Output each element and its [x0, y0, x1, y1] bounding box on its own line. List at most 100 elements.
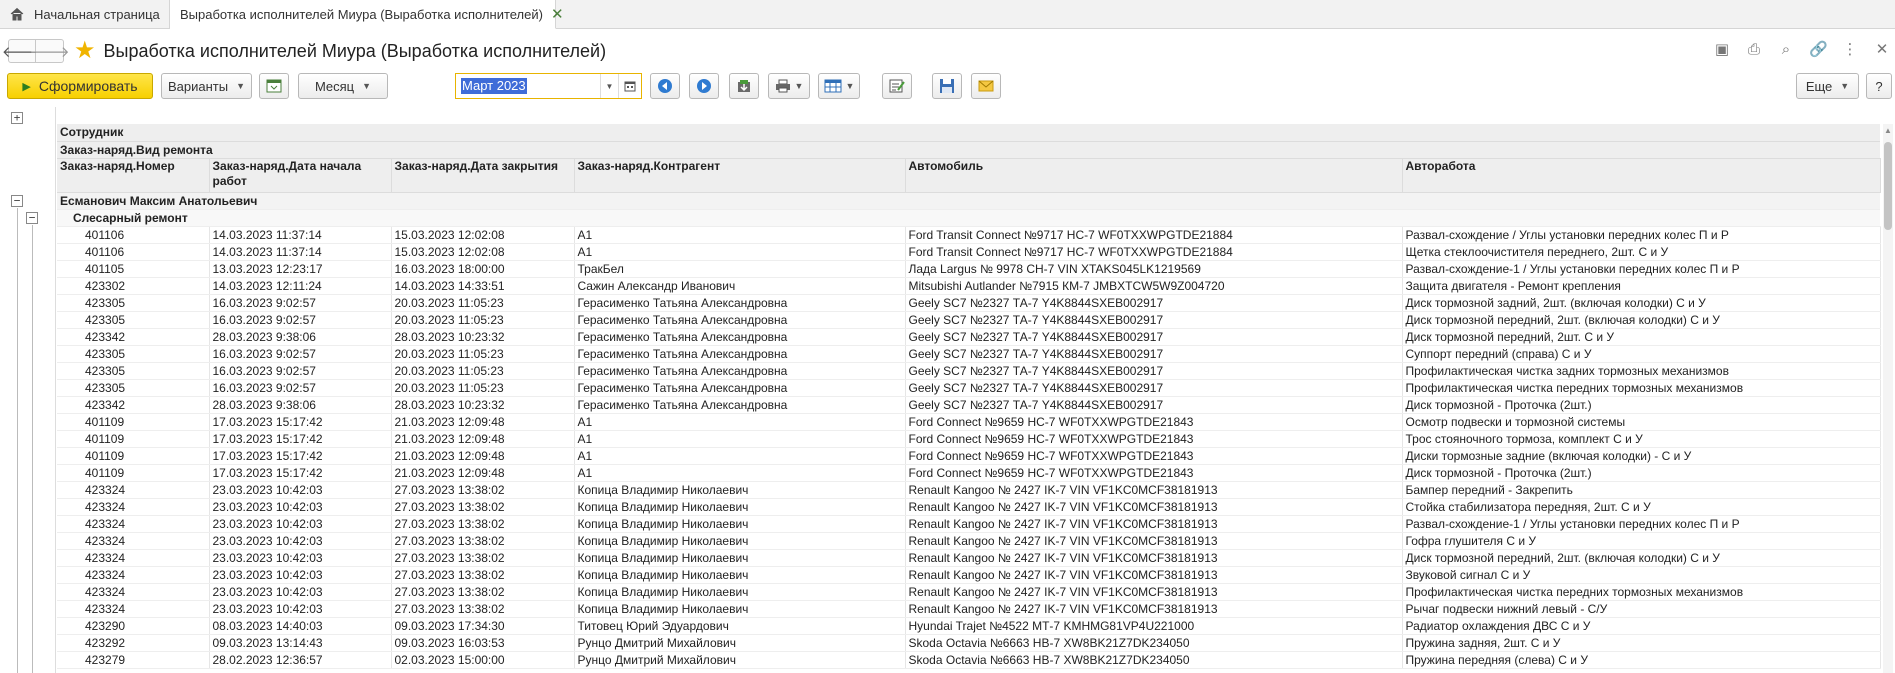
cell-start-date[interactable]: 23.03.2023 10:42:03: [209, 532, 392, 550]
previous-period-button[interactable]: [650, 73, 680, 99]
cell-work[interactable]: Развал-схождение-1 / Углы установки пере…: [1402, 260, 1881, 278]
cell-order-number[interactable]: 423324: [57, 566, 210, 584]
close-icon[interactable]: ✕: [551, 7, 564, 22]
cell-order-number[interactable]: 423324: [57, 532, 210, 550]
cell-close-date[interactable]: 21.03.2023 12:09:48: [391, 413, 575, 431]
edit-report-button[interactable]: [882, 73, 912, 99]
cell-work[interactable]: Профилактическая чистка передних тормозн…: [1402, 583, 1881, 601]
cell-work[interactable]: Профилактическая чистка передних тормозн…: [1402, 379, 1881, 397]
calendar-icon[interactable]: [618, 74, 641, 98]
cell-counterparty[interactable]: Копица Владимир Николаевич: [574, 515, 906, 533]
table-row[interactable]: 423305 16.03.2023 9:02:57 20.03.2023 11:05…: [57, 345, 1881, 363]
table-row[interactable]: 401109 17.03.2023 15:17:42 21.03.2023 12:0…: [57, 464, 1881, 482]
table-row[interactable]: 401106 14.03.2023 11:37:14 15.03.2023 12:0…: [57, 226, 1881, 244]
variants-button[interactable]: Варианты ▼: [161, 73, 252, 99]
cell-counterparty[interactable]: Рунцо Дмитрий Михайлович: [574, 651, 906, 669]
vertical-scrollbar[interactable]: ▲: [1883, 124, 1893, 673]
cell-vehicle[interactable]: Skoda Octavia №6663 НВ-7 XW8BK21Z7DK2340…: [905, 651, 1403, 669]
cell-close-date[interactable]: 15.03.2023 12:02:08: [391, 226, 575, 244]
table-row[interactable]: 423305 16.03.2023 9:02:57 20.03.2023 11:05…: [57, 294, 1881, 312]
table-row[interactable]: 423305 16.03.2023 9:02:57 20.03.2023 11:05…: [57, 362, 1881, 380]
table-row[interactable]: 423324 23.03.2023 10:42:03 27.03.2023 13:3…: [57, 566, 1881, 584]
more-button[interactable]: Еще ▼: [1796, 73, 1859, 99]
cell-order-number[interactable]: 423279: [57, 651, 210, 669]
cell-close-date[interactable]: 09.03.2023 17:34:30: [391, 617, 575, 635]
cell-vehicle[interactable]: Renault Kangoo № 2427 IK-7 VIN VF1KC0MCF…: [905, 532, 1403, 550]
cell-close-date[interactable]: 28.03.2023 10:23:32: [391, 328, 575, 346]
cell-work[interactable]: Диск тормозной передний, 2шт. С и У: [1402, 328, 1881, 346]
cell-vehicle[interactable]: Geely SC7 №2327 ТА-7 Y4K8844SXEB002917: [905, 311, 1403, 329]
cell-start-date[interactable]: 14.03.2023 12:11:24: [209, 277, 392, 295]
cell-start-date[interactable]: 09.03.2023 13:14:43: [209, 634, 392, 652]
cell-vehicle[interactable]: Ford Transit Connect №9717 НС-7 WF0TXXWP…: [905, 243, 1403, 261]
cell-vehicle[interactable]: Renault Kangoo № 2427 IK-7 VIN VF1KC0MCF…: [905, 566, 1403, 584]
cell-vehicle[interactable]: Geely SC7 №2327 ТА-7 Y4K8844SXEB002917: [905, 396, 1403, 414]
cell-counterparty[interactable]: Титовец Юрий Эдуардович: [574, 617, 906, 635]
table-row[interactable]: 401109 17.03.2023 15:17:42 21.03.2023 12:0…: [57, 430, 1881, 448]
cell-start-date[interactable]: 16.03.2023 9:02:57: [209, 294, 392, 312]
cell-start-date[interactable]: 17.03.2023 15:17:42: [209, 464, 392, 482]
cell-counterparty[interactable]: А1: [574, 413, 906, 431]
table-row[interactable]: 423324 23.03.2023 10:42:03 27.03.2023 13:3…: [57, 481, 1881, 499]
cell-order-number[interactable]: 401109: [57, 464, 210, 482]
send-email-button[interactable]: [971, 73, 1001, 99]
cell-close-date[interactable]: 27.03.2023 13:38:02: [391, 583, 575, 601]
cell-close-date[interactable]: 20.03.2023 11:05:23: [391, 379, 575, 397]
table-row[interactable]: 401106 14.03.2023 11:37:14 15.03.2023 12:0…: [57, 243, 1881, 261]
cell-vehicle[interactable]: Geely SC7 №2327 ТА-7 Y4K8844SXEB002917: [905, 328, 1403, 346]
settings-button[interactable]: [259, 73, 289, 99]
cell-order-number[interactable]: 401109: [57, 447, 210, 465]
tab-report[interactable]: Выработка исполнителей Миура (Выработка …: [170, 0, 564, 29]
help-button[interactable]: ?: [1866, 73, 1892, 99]
cell-close-date[interactable]: 27.03.2023 13:38:02: [391, 549, 575, 567]
cell-vehicle[interactable]: Skoda Octavia №6663 НВ-7 XW8BK21Z7DK2340…: [905, 634, 1403, 652]
cell-work[interactable]: Пружина задняя, 2шт. С и У: [1402, 634, 1881, 652]
cell-counterparty[interactable]: Копица Владимир Николаевич: [574, 532, 906, 550]
cell-work[interactable]: Диск тормозной - Проточка (2шт.): [1402, 396, 1881, 414]
cell-counterparty[interactable]: Рунцо Дмитрий Михайлович: [574, 634, 906, 652]
generate-button[interactable]: ▶ Сформировать: [7, 73, 153, 99]
cell-counterparty[interactable]: Копица Владимир Николаевич: [574, 498, 906, 516]
cell-counterparty[interactable]: Герасименко Татьяна Александровна: [574, 379, 906, 397]
cell-counterparty[interactable]: Герасименко Татьяна Александровна: [574, 294, 906, 312]
cell-counterparty[interactable]: Копица Владимир Николаевич: [574, 481, 906, 499]
forward-button[interactable]: 🡒: [29, 39, 70, 63]
favorite-star-icon[interactable]: ★: [74, 39, 96, 63]
table-row[interactable]: 423342 28.03.2023 9:38:06 28.03.2023 10:23…: [57, 396, 1881, 414]
save-button[interactable]: [932, 73, 962, 99]
cell-order-number[interactable]: 423292: [57, 634, 210, 652]
cell-start-date[interactable]: 17.03.2023 15:17:42: [209, 430, 392, 448]
cell-work[interactable]: Развал-схождение-1 / Углы установки пере…: [1402, 515, 1881, 533]
cell-vehicle[interactable]: Geely SC7 №2327 ТА-7 Y4K8844SXEB002917: [905, 362, 1403, 380]
cell-work[interactable]: Гофра глушителя С и У: [1402, 532, 1881, 550]
table-row[interactable]: 423324 23.03.2023 10:42:03 27.03.2023 13:3…: [57, 549, 1881, 567]
link-icon[interactable]: 🔗: [1809, 40, 1828, 58]
cell-close-date[interactable]: 20.03.2023 11:05:23: [391, 362, 575, 380]
cell-counterparty[interactable]: Копица Владимир Николаевич: [574, 549, 906, 567]
cell-order-number[interactable]: 423342: [57, 328, 210, 346]
table-row[interactable]: 423324 23.03.2023 10:42:03 27.03.2023 13:3…: [57, 600, 1881, 618]
cell-vehicle[interactable]: Renault Kangoo № 2427 IK-7 VIN VF1KC0MCF…: [905, 498, 1403, 516]
cell-vehicle[interactable]: Renault Kangoo № 2427 IK-7 VIN VF1KC0MCF…: [905, 583, 1403, 601]
cell-counterparty[interactable]: Сажин Александр Иванович: [574, 277, 906, 295]
cell-work[interactable]: Звуковой сигнал С и У: [1402, 566, 1881, 584]
scroll-up-icon[interactable]: ▲: [1884, 126, 1892, 135]
cell-counterparty[interactable]: ТракБел: [574, 260, 906, 278]
period-value[interactable]: Март 2023: [461, 78, 527, 94]
cell-vehicle[interactable]: Ford Connect №9659 НС-7 WF0TXXWPGTDE2184…: [905, 447, 1403, 465]
period-type-select[interactable]: Месяц ▼: [298, 73, 388, 99]
cell-counterparty[interactable]: А1: [574, 226, 906, 244]
period-input[interactable]: Март 2023 ▼: [455, 73, 642, 99]
cell-order-number[interactable]: 401109: [57, 430, 210, 448]
cell-start-date[interactable]: 16.03.2023 9:02:57: [209, 379, 392, 397]
cell-vehicle[interactable]: Hyundai Trajet №4522 МТ-7 KMHMG81VP4U221…: [905, 617, 1403, 635]
cell-order-number[interactable]: 423324: [57, 549, 210, 567]
cell-work[interactable]: Диски тормозные задние (включая колодки)…: [1402, 447, 1881, 465]
cell-order-number[interactable]: 423305: [57, 362, 210, 380]
cell-start-date[interactable]: 23.03.2023 10:42:03: [209, 549, 392, 567]
cell-order-number[interactable]: 401109: [57, 413, 210, 431]
cell-start-date[interactable]: 23.03.2023 10:42:03: [209, 566, 392, 584]
cell-work[interactable]: Суппорт передний (справа) С и У: [1402, 345, 1881, 363]
cell-start-date[interactable]: 23.03.2023 10:42:03: [209, 600, 392, 618]
cell-order-number[interactable]: 423324: [57, 583, 210, 601]
